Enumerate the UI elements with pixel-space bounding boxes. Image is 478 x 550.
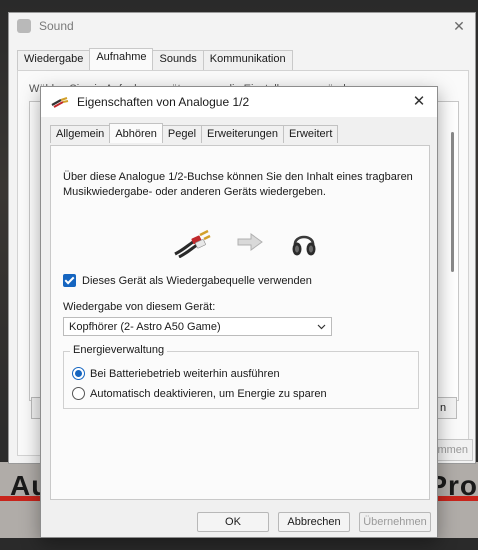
radio-keep-running-on-battery[interactable]: Bei Batteriebetrieb weiterhin ausführen xyxy=(72,367,280,380)
sound-tab-kommunikation[interactable]: Kommunikation xyxy=(202,50,293,70)
dialog-close-icon[interactable]: ✕ xyxy=(411,94,427,110)
speaker-icon xyxy=(17,19,31,33)
sound-titlebar: Sound xyxy=(9,13,475,39)
dialog-title: Eigenschaften von Analogue 1/2 xyxy=(77,95,250,109)
checkbox-checked-icon[interactable] xyxy=(63,274,76,287)
use-as-playback-source-checkbox[interactable]: Dieses Gerät als Wiedergabequelle verwen… xyxy=(63,274,312,287)
checkbox-label: Dieses Gerät als Wiedergabequelle verwen… xyxy=(82,274,312,287)
headphones-icon xyxy=(292,235,316,256)
sound-tab-wiedergabe[interactable]: Wiedergabe xyxy=(17,50,91,70)
tab-pegel[interactable]: Pegel xyxy=(161,125,203,143)
listen-description: Über diese Analogue 1/2-Buchse können Si… xyxy=(63,171,413,198)
dialog-titlebar: Eigenschaften von Analogue 1/2 xyxy=(41,87,437,117)
sound-window-title: Sound xyxy=(39,19,74,33)
tab-abhoeren[interactable]: Abhören xyxy=(109,123,163,143)
listen-tab-panel: Über diese Analogue 1/2-Buchse können Si… xyxy=(50,145,430,500)
dialog-tabs: Allgemein Abhören Pegel Erweiterungen Er… xyxy=(50,123,339,143)
list-scrollbar[interactable] xyxy=(451,132,454,272)
power-management-group: Energieverwaltung Bei Batteriebetrieb we… xyxy=(63,344,419,409)
rca-cable-icon xyxy=(174,229,211,258)
radio-unselected-icon[interactable] xyxy=(72,387,85,400)
power-group-title: Energieverwaltung xyxy=(70,344,168,356)
sound-tab-aufnahme[interactable]: Aufnahme xyxy=(89,48,154,70)
sound-tabs: Wiedergabe Aufnahme Sounds Kommunikation xyxy=(17,48,293,70)
playback-device-label: Wiedergabe von diesem Gerät: xyxy=(63,301,216,313)
playback-device-select[interactable]: Kopfhörer (2- Astro A50 Game) xyxy=(63,317,332,336)
chevron-down-icon xyxy=(317,324,326,330)
properties-dialog: Eigenschaften von Analogue 1/2 ✕ Allgeme… xyxy=(40,86,438,538)
background-dark-strip xyxy=(0,538,478,550)
tab-erweitert[interactable]: Erweitert xyxy=(282,125,339,143)
cancel-button[interactable]: Abbrechen xyxy=(278,512,350,532)
arrow-right-icon xyxy=(237,233,263,251)
ok-button[interactable]: OK xyxy=(197,512,269,532)
tab-allgemein[interactable]: Allgemein xyxy=(50,125,111,143)
rca-cable-icon xyxy=(51,97,69,108)
playback-device-value: Kopfhörer (2- Astro A50 Game) xyxy=(69,320,221,333)
tab-erweiterungen[interactable]: Erweiterungen xyxy=(201,125,284,143)
listen-illustration xyxy=(173,228,323,260)
sound-close-icon[interactable]: ✕ xyxy=(451,18,467,34)
radio-selected-icon[interactable] xyxy=(72,367,85,380)
apply-button[interactable]: Übernehmen xyxy=(359,512,431,532)
radio-auto-disable[interactable]: Automatisch deaktivieren, um Energie zu … xyxy=(72,387,327,400)
radio-label-auto-disable: Automatisch deaktivieren, um Energie zu … xyxy=(90,387,327,400)
sound-tab-sounds[interactable]: Sounds xyxy=(152,50,204,70)
radio-label-keep-running: Bei Batteriebetrieb weiterhin ausführen xyxy=(90,367,280,380)
